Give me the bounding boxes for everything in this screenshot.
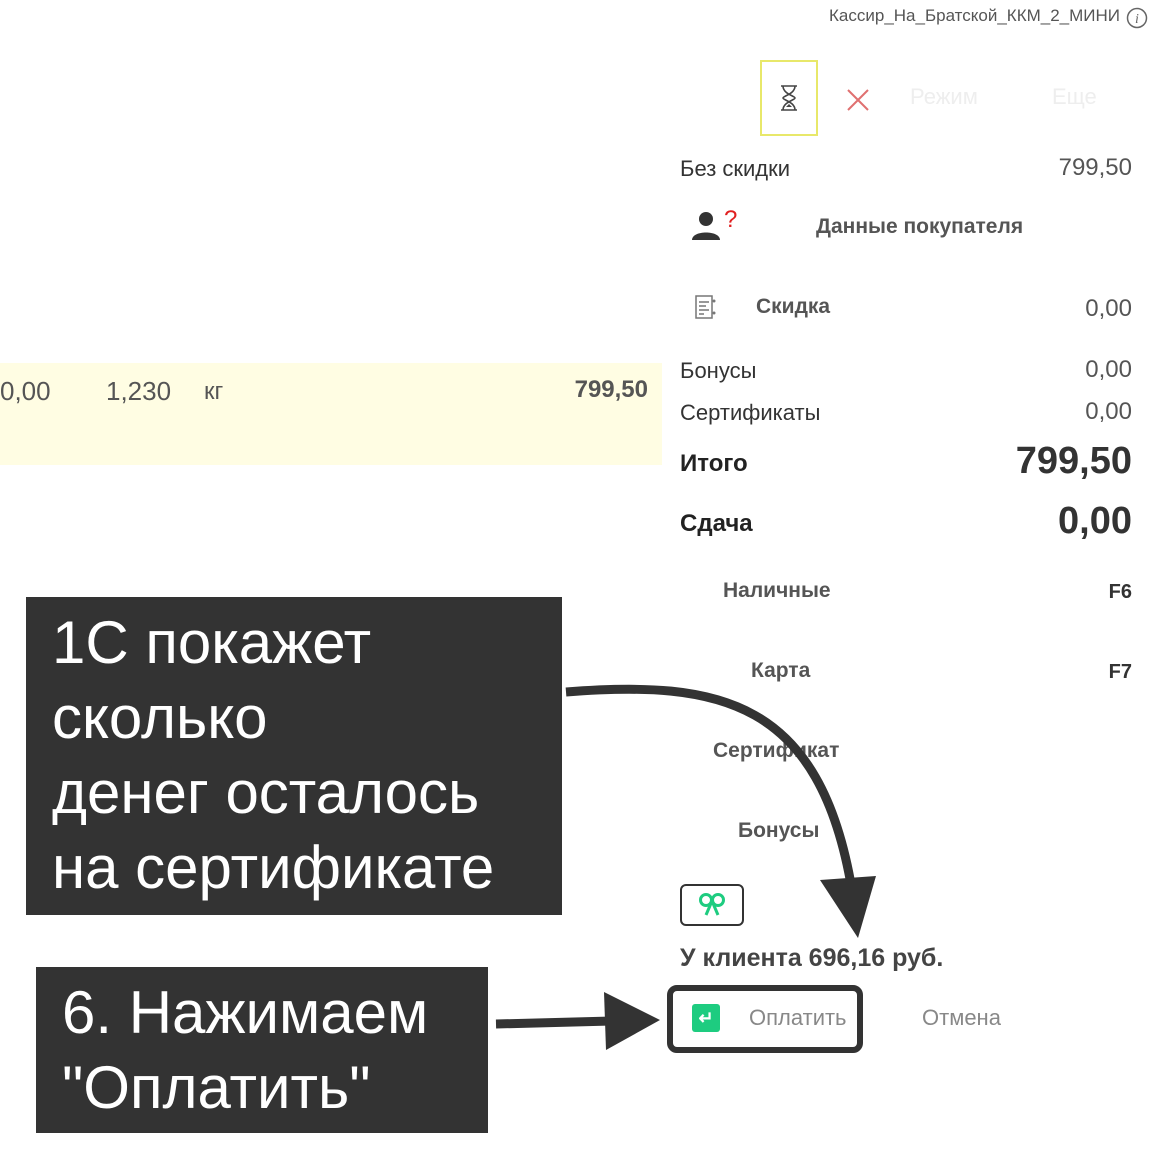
gift-icon xyxy=(699,893,725,916)
mode-button[interactable]: Режим xyxy=(910,84,978,110)
callout-6-line-1: 6. Нажимаем xyxy=(62,979,429,1046)
no-discount-value: 799,50 xyxy=(1058,154,1132,181)
callout-6-line-2: "Оплатить" xyxy=(62,1054,371,1121)
discount-button[interactable]: Скидка xyxy=(756,295,830,319)
client-balance: У клиента 696,16 руб. xyxy=(680,944,944,972)
callout-1-line-1: 1С покажет xyxy=(52,609,372,676)
no-discount-label: Без скидки xyxy=(680,156,791,181)
bonuses-button[interactable]: Бонусы xyxy=(738,819,819,843)
customer-question-mark: ? xyxy=(724,206,738,233)
callout-press-pay: 6. Нажимаем "Оплатить" xyxy=(36,967,488,1133)
cash-button[interactable]: Наличные xyxy=(723,579,831,603)
callout-1-line-3: денег осталось xyxy=(52,759,480,826)
more-button[interactable]: Еще xyxy=(1052,84,1097,110)
bonuses-label: Бонусы xyxy=(680,358,757,383)
discount-value: 0,00 xyxy=(1085,295,1132,322)
product-row[interactable]: 0,00 1,230 кг 799,50 xyxy=(0,363,662,465)
gift-button[interactable] xyxy=(680,884,744,926)
cancel-button[interactable]: Отмена xyxy=(922,1005,1001,1031)
close-icon xyxy=(847,89,869,111)
product-quantity: 1,230 xyxy=(106,376,172,406)
customer-icon xyxy=(690,210,724,240)
product-sum: 799,50 xyxy=(574,376,648,403)
arrow-to-balance xyxy=(565,684,857,891)
svg-text:i: i xyxy=(1135,12,1139,27)
info-icon[interactable]: i xyxy=(1126,7,1148,29)
user-label: Кассир_На_Братской_ККМ_2_МИНИ xyxy=(829,6,1120,25)
hourglass-icon xyxy=(781,85,797,111)
card-button[interactable]: Карта xyxy=(751,659,810,683)
change-value: 0,00 xyxy=(1058,500,1132,542)
total-value: 799,50 xyxy=(1015,440,1132,482)
callout-certificate-balance: 1С покажет сколько денег осталось на сер… xyxy=(26,597,562,915)
hourglass-button[interactable] xyxy=(760,60,818,136)
certificate-button[interactable]: Сертификат xyxy=(713,739,839,763)
certificates-label: Сертификаты xyxy=(680,400,821,425)
bonuses-value: 0,00 xyxy=(1085,356,1132,383)
close-button[interactable] xyxy=(838,80,878,120)
callout-1-line-4: на сертификате xyxy=(52,834,495,901)
certificates-value: 0,00 xyxy=(1085,398,1132,425)
cash-hotkey: F6 xyxy=(1108,581,1132,603)
pay-highlight-frame xyxy=(667,985,863,1053)
arrow-to-balance-head xyxy=(820,876,876,938)
card-hotkey: F7 xyxy=(1108,661,1132,683)
discount-icon xyxy=(694,294,718,322)
arrow-to-pay xyxy=(495,1016,613,1029)
product-unit: кг xyxy=(204,378,224,405)
change-label: Сдача xyxy=(680,510,753,537)
customer-data-button[interactable]: Данные покупателя xyxy=(816,215,1023,239)
total-label: Итого xyxy=(680,450,748,477)
callout-1-line-2: сколько xyxy=(52,684,268,751)
arrow-to-pay-head xyxy=(604,992,660,1050)
product-price: 0,00 xyxy=(0,376,51,406)
